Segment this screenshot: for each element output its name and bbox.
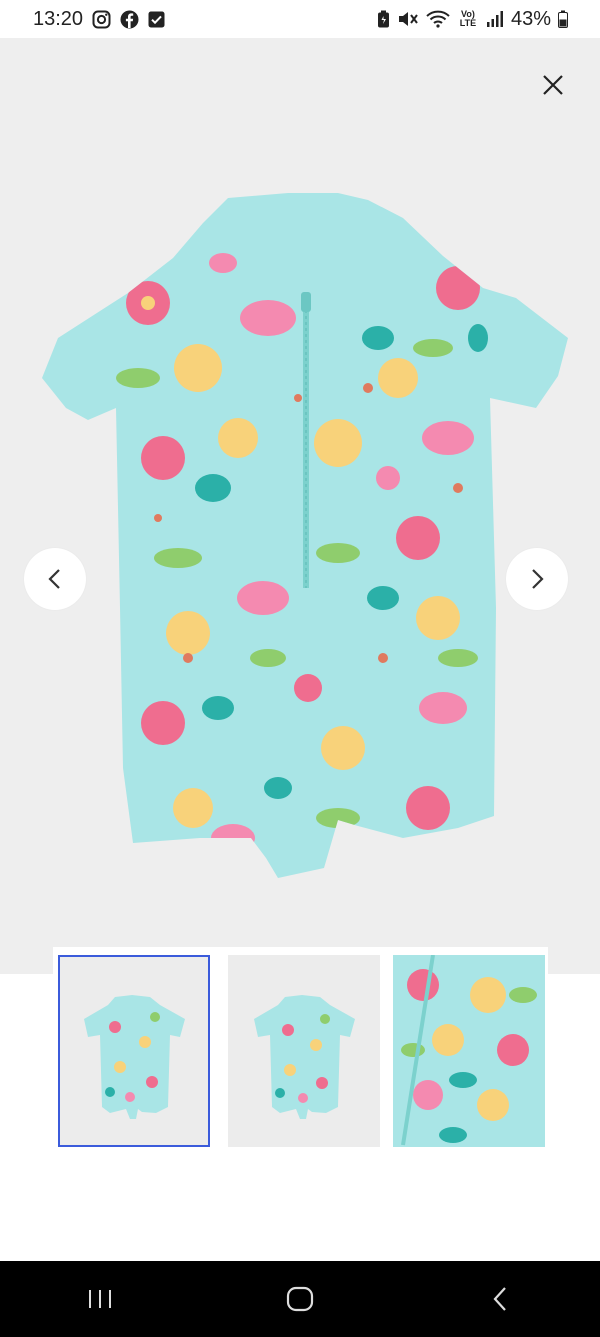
checkbox-notification-icon <box>148 11 165 28</box>
status-bar: 13:20 Vo) LTE 43% <box>0 0 600 38</box>
product-image-gallery[interactable] <box>0 38 600 974</box>
previous-image-button[interactable] <box>24 548 86 610</box>
thumbnail-2[interactable] <box>228 955 380 1147</box>
network-type-label: Vo) LTE <box>459 9 477 28</box>
back-button[interactable] <box>470 1269 530 1329</box>
close-icon <box>543 75 563 95</box>
mute-icon <box>397 10 419 28</box>
battery-saver-icon <box>377 10 390 28</box>
thumbnail-1[interactable] <box>58 955 210 1147</box>
next-image-button[interactable] <box>506 548 568 610</box>
recent-apps-icon <box>89 1290 111 1308</box>
product-image-swimsuit[interactable] <box>38 188 570 878</box>
facebook-icon <box>120 10 139 29</box>
battery-icon <box>558 10 568 28</box>
system-navigation-bar <box>0 1261 600 1337</box>
wifi-icon <box>426 10 450 28</box>
thumbnail-strip <box>53 947 548 1154</box>
chevron-left-icon <box>48 569 60 589</box>
chevron-right-icon <box>532 569 544 589</box>
battery-percent: 43% <box>510 7 551 30</box>
signal-icon <box>486 10 504 28</box>
thumbnail-3[interactable] <box>393 955 545 1147</box>
back-icon <box>493 1287 506 1311</box>
home-icon <box>286 1286 314 1312</box>
instagram-icon <box>92 10 111 29</box>
status-time: 13:20 <box>33 7 84 30</box>
recent-apps-button[interactable] <box>70 1269 130 1329</box>
home-button[interactable] <box>270 1269 330 1329</box>
close-button[interactable] <box>538 70 568 100</box>
